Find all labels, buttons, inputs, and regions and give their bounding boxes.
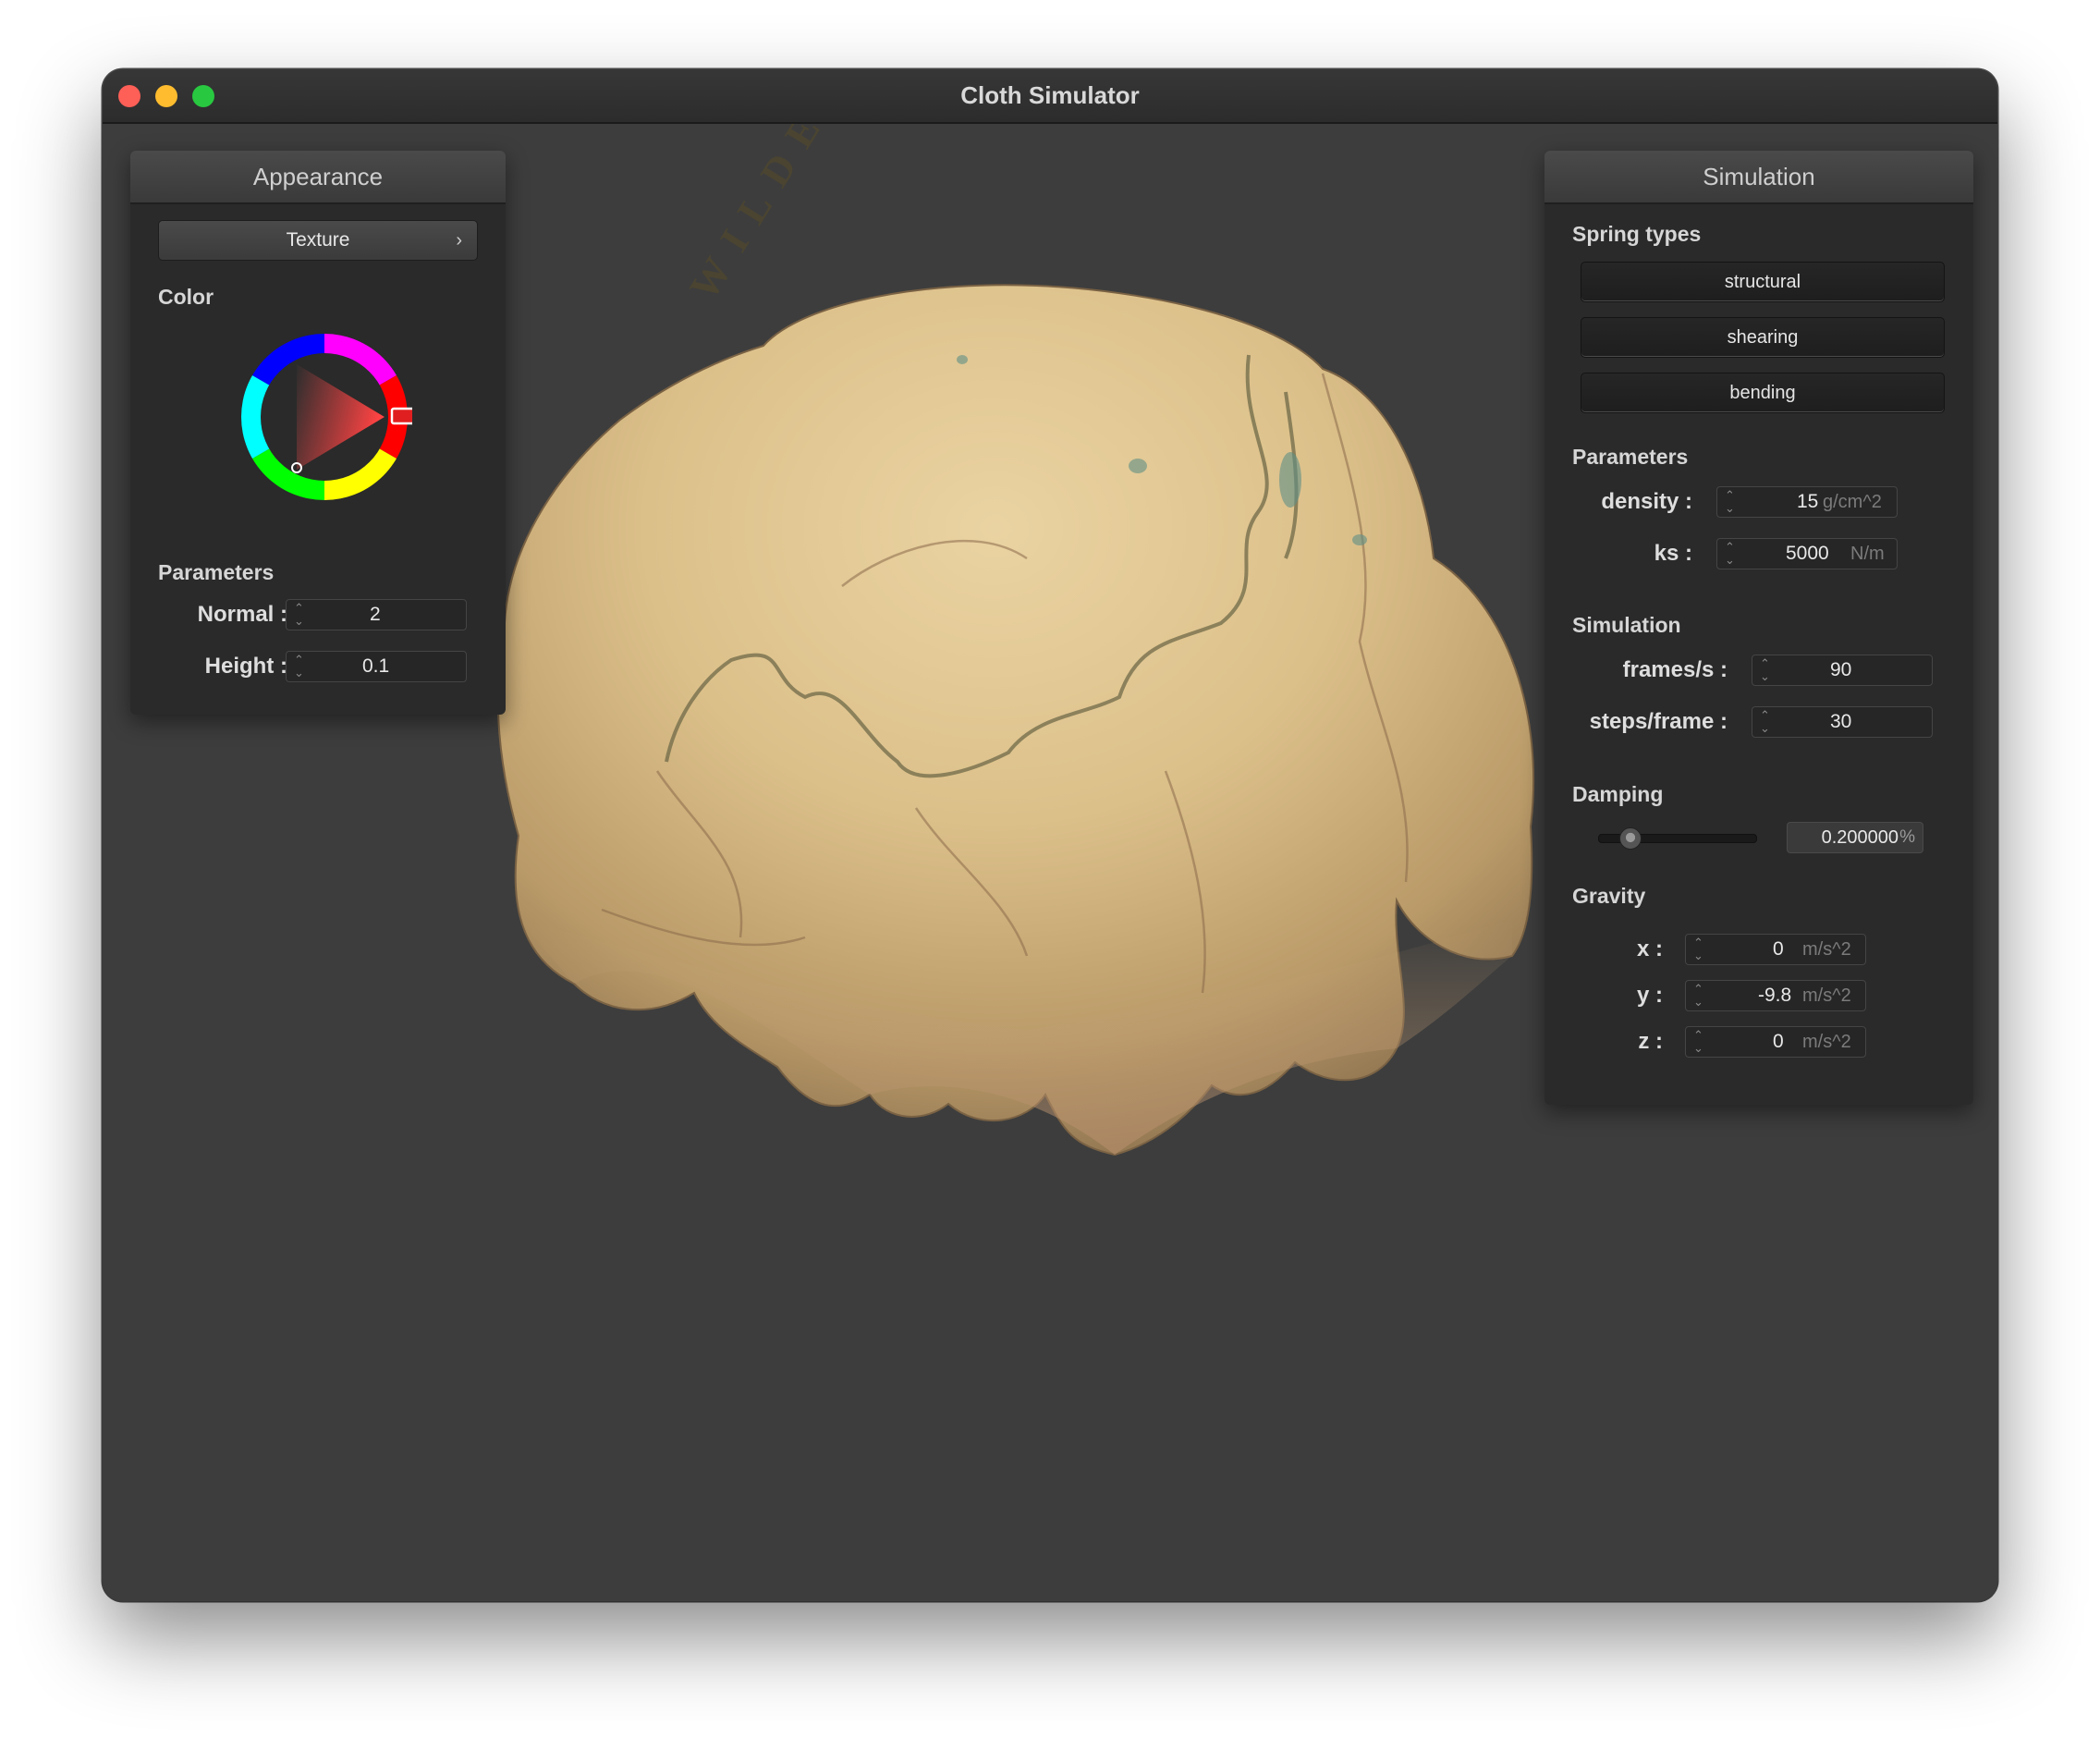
sim-settings-label: Simulation: [1572, 613, 1681, 637]
normal-input[interactable]: ⌃ ⌄ 2: [286, 599, 467, 630]
structural-toggle[interactable]: structural: [1581, 262, 1945, 302]
damping-label: Damping: [1572, 782, 1664, 806]
ks-label: ks :: [1654, 541, 1692, 566]
texture-button[interactable]: Texture ›: [158, 220, 478, 261]
bending-toggle[interactable]: bending: [1581, 373, 1945, 413]
damping-value-box[interactable]: 0.200000 %: [1787, 822, 1923, 853]
gravity-z-input[interactable]: ⌃ ⌄ 0 m/s^2: [1685, 1026, 1866, 1058]
steps-per-frame-input[interactable]: ⌃ ⌄ 30: [1752, 706, 1933, 738]
color-wheel[interactable]: [237, 329, 412, 505]
spring-types-label: Spring types: [1572, 222, 1702, 246]
gravity-label: Gravity: [1572, 884, 1646, 908]
chevron-right-icon: ›: [456, 230, 462, 251]
ks-input[interactable]: ⌃ ⌄ 5000 N/m: [1716, 538, 1898, 569]
fps-label: frames/s :: [1622, 657, 1728, 682]
gravity-z-label: z :: [1638, 1029, 1663, 1054]
stepper-arrows-icon[interactable]: ⌃ ⌄: [1725, 541, 1735, 567]
appearance-params-label: Parameters: [158, 560, 275, 584]
normal-label: Normal :: [197, 602, 287, 627]
height-input[interactable]: ⌃ ⌄ 0.1: [286, 651, 467, 682]
stepper-arrows-icon[interactable]: ⌃ ⌄: [1693, 983, 1703, 1009]
stepper-arrows-icon[interactable]: ⌃ ⌄: [1760, 709, 1770, 735]
texture-button-label: Texture: [286, 229, 350, 251]
height-label: Height :: [204, 654, 287, 679]
steps-per-frame-label: steps/frame :: [1589, 709, 1728, 734]
stepper-arrows-icon[interactable]: ⌃ ⌄: [1760, 657, 1770, 683]
density-label: density :: [1601, 489, 1692, 514]
simulation-header[interactable]: Simulation: [1544, 151, 1973, 204]
appearance-header[interactable]: Appearance: [130, 151, 506, 204]
damping-slider-knob[interactable]: [1619, 827, 1642, 850]
gravity-y-input[interactable]: ⌃ ⌄ -9.8 m/s^2: [1685, 980, 1866, 1011]
stepper-arrows-icon[interactable]: ⌃ ⌄: [294, 602, 304, 628]
window-title: Cloth Simulator: [960, 81, 1140, 109]
gravity-y-label: y :: [1636, 983, 1663, 1008]
sim-params-label: Parameters: [1572, 445, 1689, 469]
appearance-panel: Appearance Texture › Color Parameters No…: [130, 151, 506, 715]
gravity-x-label: x :: [1636, 936, 1663, 961]
stepper-arrows-icon[interactable]: ⌃ ⌄: [1693, 936, 1703, 962]
density-input[interactable]: ⌃ ⌄ 15 g/cm^2: [1716, 486, 1898, 518]
stepper-arrows-icon[interactable]: ⌃ ⌄: [1725, 489, 1735, 515]
shearing-toggle[interactable]: shearing: [1581, 317, 1945, 358]
stepper-arrows-icon[interactable]: ⌃ ⌄: [294, 654, 304, 679]
color-label: Color: [158, 285, 214, 309]
title-bar[interactable]: Cloth Simulator: [103, 69, 1997, 124]
stepper-arrows-icon[interactable]: ⌃ ⌄: [1693, 1029, 1703, 1055]
hue-handle: [390, 407, 412, 425]
simulation-panel: Simulation Spring types structural shear…: [1544, 151, 1973, 1105]
app-window: Cloth Simulator Appearance Texture › Col…: [103, 69, 1997, 1601]
map-label: WILDERNESS: [681, 124, 951, 308]
gravity-x-input[interactable]: ⌃ ⌄ 0 m/s^2: [1685, 934, 1866, 965]
fps-input[interactable]: ⌃ ⌄ 90: [1752, 655, 1933, 686]
